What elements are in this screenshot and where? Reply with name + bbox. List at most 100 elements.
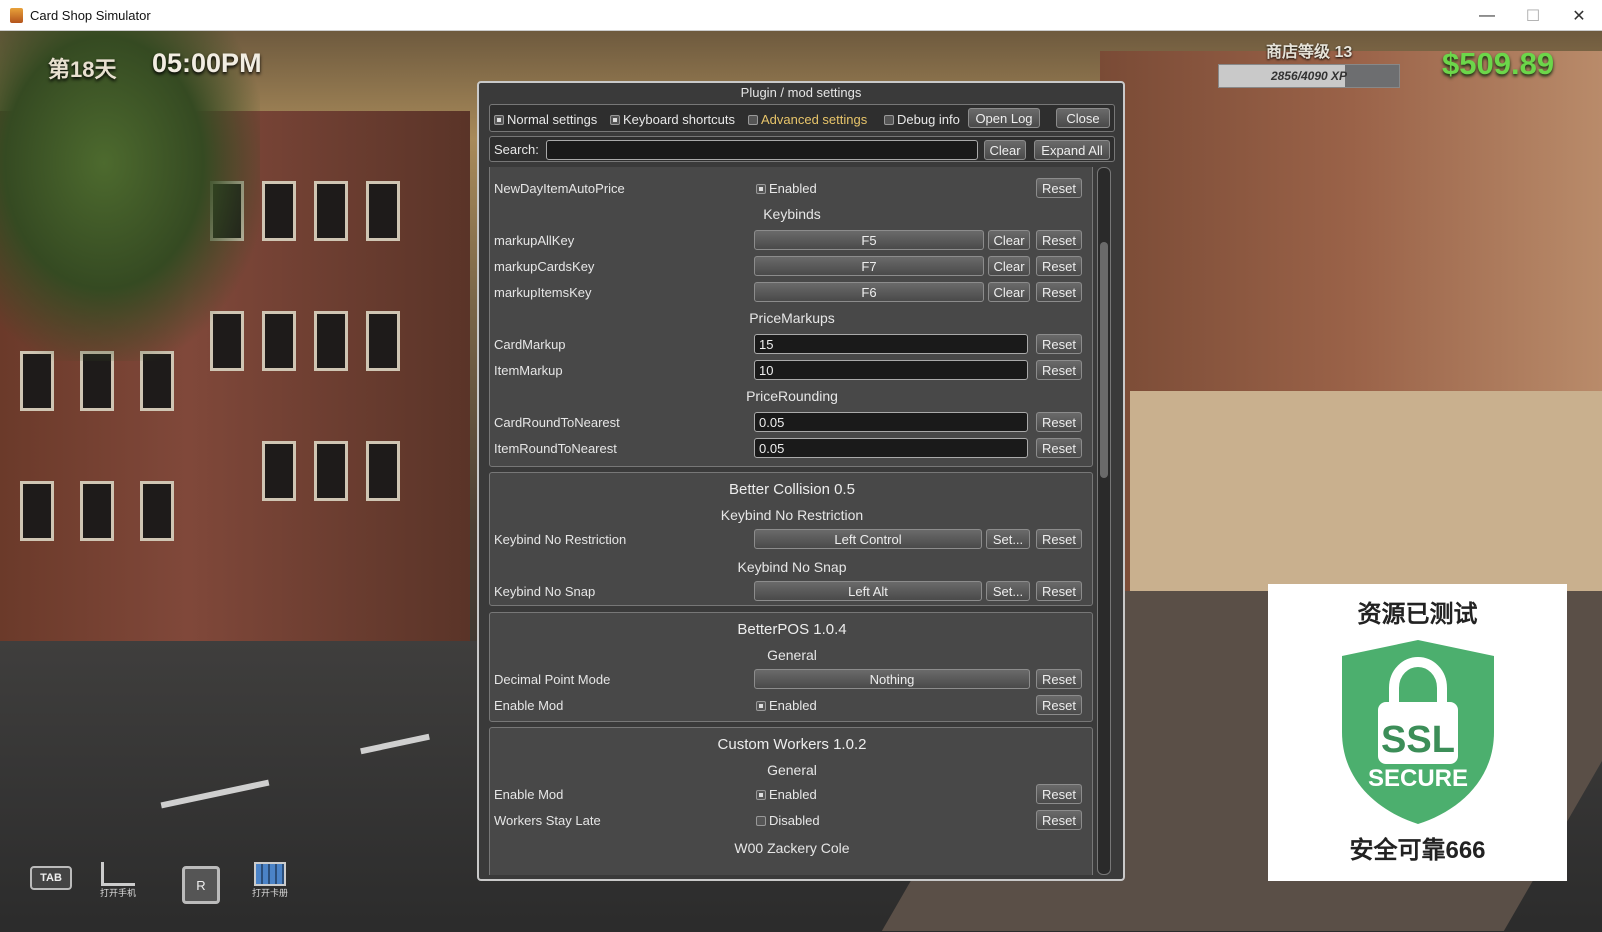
checkbox-icon [748,114,758,125]
setting-row: Decimal Point Mode Nothing Reset [490,667,1093,691]
reset-button[interactable]: Reset [1036,178,1082,198]
settings-list: NewDayItemAutoPrice Enabled Reset Keybin… [489,167,1093,875]
r-key-hint[interactable]: R [182,866,220,904]
window-titlebar: Card Shop Simulator — ☐ ✕ [0,0,1602,31]
value-input[interactable]: 0.05 [754,438,1028,458]
reset-button[interactable]: Reset [1036,669,1082,689]
keybind-button[interactable]: F7 [754,256,984,276]
disabled-checkbox[interactable]: Disabled [756,813,820,828]
reset-button[interactable]: Reset [1036,256,1082,276]
plugin-title: Custom Workers 1.0.2 [717,736,867,753]
section-title: General [767,762,817,778]
plugin-title: Better Collision 0.5 [729,481,855,498]
reset-button[interactable]: Reset [1036,412,1082,432]
tab-advanced-settings[interactable]: Advanced settings [748,112,867,127]
checkbox-icon [756,183,766,194]
secure-text: SECURE [1368,765,1468,792]
checkbox-icon [756,789,766,800]
setting-label: markupCardsKey [494,259,595,274]
checkbox-label: Enabled [769,787,817,802]
setting-label: Workers Stay Late [494,813,601,828]
open-album-label: 打开卡册 [252,888,289,898]
setting-row: markupAllKey F5 Clear Reset [490,228,1093,252]
reset-button[interactable]: Reset [1036,810,1082,830]
setting-row: markupCardsKey F7 Clear Reset [490,254,1093,278]
search-bar: Search: Clear Expand All [489,136,1115,162]
setting-label: markupAllKey [494,233,575,248]
tab-keyboard-shortcuts[interactable]: Keyboard shortcuts [610,112,735,127]
setting-label: Keybind No Restriction [494,532,627,547]
setting-row: CardRoundToNearest 0.05 Reset [490,410,1093,434]
setting-label: ItemMarkup [494,363,563,378]
open-album-button[interactable]: 打开卡册 [252,862,288,899]
setting-row: Workers Stay Late Disabled Reset [490,808,1093,832]
value-input[interactable]: 0.05 [754,412,1028,432]
minimize-button[interactable]: — [1464,0,1510,31]
clock: 05:00PM [152,48,262,78]
reset-button[interactable]: Reset [1036,784,1082,804]
xp-text: 2856/4090 XP [1270,69,1348,83]
tab-key-icon: TAB [30,866,72,890]
clear-keybind-button[interactable]: Clear [988,230,1030,250]
section-price-markups: PriceMarkups [749,310,835,326]
scrollbar-thumb[interactable] [1100,242,1108,478]
keybind-button[interactable]: Left Alt [754,581,982,601]
keybind-button[interactable]: Left Control [754,529,982,549]
decimal-mode-dropdown[interactable]: Nothing [754,669,1030,689]
clear-search-button[interactable]: Clear [984,140,1026,160]
watermark-bottom-text: 安全可靠666 [1349,837,1486,864]
setting-label: CardMarkup [494,337,566,352]
tab-label: Debug info [897,112,960,127]
tab-debug-info[interactable]: Debug info [884,112,960,127]
set-keybind-button[interactable]: Set... [986,581,1030,601]
open-phone-label: 打开手机 [100,888,137,898]
reset-button[interactable]: Reset [1036,334,1082,354]
maximize-button[interactable]: ☐ [1510,0,1556,31]
reset-button[interactable]: Reset [1036,529,1082,549]
app-icon [10,8,23,23]
clear-keybind-button[interactable]: Clear [988,256,1030,276]
section-title: W00 Zackery Cole [734,840,850,856]
expand-all-button[interactable]: Expand All [1034,140,1110,160]
close-window-button[interactable]: ✕ [1556,0,1602,31]
reset-button[interactable]: Reset [1036,360,1082,380]
tab-normal-settings[interactable]: Normal settings [494,112,597,127]
plugin-settings-dialog: Plugin / mod settings Normal settings Ke… [477,81,1125,881]
keybind-button[interactable]: F6 [754,282,984,302]
cart-icon [101,862,135,886]
day-counter: 第18天 [48,57,117,82]
reset-button[interactable]: Reset [1036,695,1082,715]
clear-keybind-button[interactable]: Clear [988,282,1030,302]
setting-label: Enable Mod [494,787,564,802]
section-keybinds: Keybinds [763,206,821,222]
ssl-text: SSL [1381,719,1455,761]
value-input[interactable]: 15 [754,334,1028,354]
enabled-checkbox[interactable]: Enabled [756,698,817,713]
enabled-checkbox[interactable]: Enabled [756,787,817,802]
window-title: Card Shop Simulator [30,8,151,23]
r-key-icon: R [182,866,220,904]
ssl-shield-icon: SSL SECURE [1342,640,1494,824]
setting-label: ItemRoundToNearest [494,441,617,456]
enabled-checkbox[interactable]: Enabled [756,181,817,196]
settings-scrollbar[interactable] [1097,167,1111,875]
tab-key-hint[interactable]: TAB [30,866,72,890]
reset-button[interactable]: Reset [1036,581,1082,601]
reset-button[interactable]: Reset [1036,282,1082,302]
watermark-card: 资源已测试 SSL SECURE 安全可靠666 [1268,584,1567,881]
checkbox-icon [494,114,504,125]
tree [0,31,260,361]
value-input[interactable]: 10 [754,360,1028,380]
shop-level: 商店等级 13 [1266,44,1353,61]
open-phone-button[interactable]: 打开手机 [100,862,136,899]
reset-button[interactable]: Reset [1036,230,1082,250]
dialog-title: Plugin / mod settings [740,85,862,100]
reset-button[interactable]: Reset [1036,438,1082,458]
search-input[interactable] [546,140,978,160]
tab-label: Keyboard shortcuts [623,112,736,127]
open-log-button[interactable]: Open Log [968,108,1040,128]
keybind-button[interactable]: F5 [754,230,984,250]
set-keybind-button[interactable]: Set... [986,529,1030,549]
tab-label: Advanced settings [761,112,868,127]
close-dialog-button[interactable]: Close [1056,108,1110,128]
